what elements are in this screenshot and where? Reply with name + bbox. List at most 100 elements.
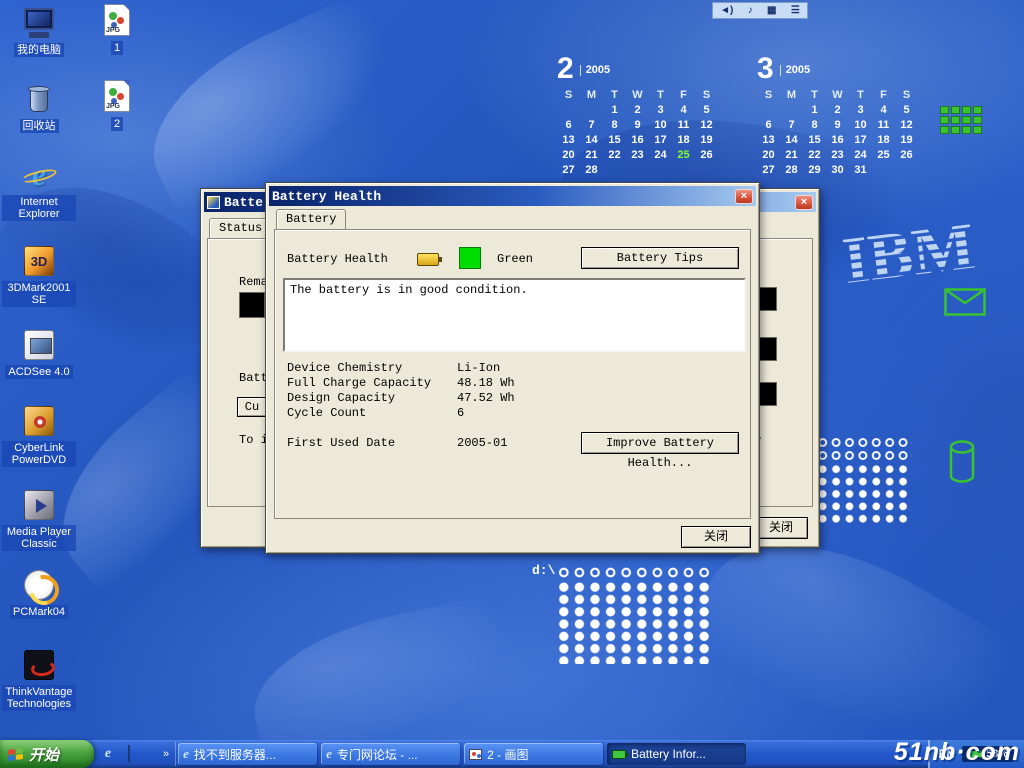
calendar-weekday: S (557, 89, 580, 101)
battery-tab-panel: Battery Health Green Battery Tips The ba… (274, 229, 751, 519)
battery-tray-indicator[interactable]: 58% (962, 746, 1014, 762)
info-row-label: Cycle Count (287, 406, 366, 420)
cu-button-fragment[interactable]: Cu (237, 397, 267, 417)
task-button-battery-information[interactable]: Battery Infor... (607, 743, 746, 765)
calendar-day: 10 (649, 119, 672, 131)
media-player-classic-icon (22, 488, 56, 522)
quick-launch: e » (94, 742, 176, 766)
task-button-paint[interactable]: 2 - 画图 (464, 743, 603, 765)
desktop-icon-acdsee[interactable]: ACDSee 4.0 (2, 328, 76, 380)
3dmark-icon (22, 244, 56, 278)
icon-label: 3DMark2001 SE (2, 281, 76, 307)
quick-launch-overflow-chevron[interactable]: » (163, 748, 169, 760)
language-indicator[interactable]: EN (938, 747, 955, 761)
desktop-icon-pcmark04[interactable]: PCMark04 (2, 568, 76, 620)
calendar-day: 8 (803, 119, 826, 131)
calendar-day: 31 (849, 164, 872, 176)
desktop-icon-3dmark2001[interactable]: 3DMark2001 SE (2, 244, 76, 308)
keypad-icon (940, 106, 982, 134)
windows-flag-icon (8, 747, 23, 760)
calendar-day: 24 (849, 149, 872, 161)
quick-launch-ie-icon[interactable]: e (100, 746, 116, 762)
calendar-day (695, 164, 718, 176)
powerdvd-icon (22, 404, 56, 438)
ie-icon: e (326, 746, 332, 762)
window-title: Batte (224, 195, 263, 210)
calendar-day (580, 104, 603, 116)
calendar-weekday: W (626, 89, 649, 101)
calendar-month-number: 2 (557, 55, 574, 83)
system-tray: EN 58% (928, 740, 1024, 768)
info-row-value: 47.52 Wh (457, 391, 515, 405)
gauge-fragment (757, 337, 777, 361)
calendar-weekday: F (872, 89, 895, 101)
calendar-day: 16 (626, 134, 649, 146)
calendar-month-number: 3 (757, 55, 774, 83)
icon-label: 1 (111, 41, 123, 55)
desktop-icon-my-computer[interactable]: 我的电脑 (2, 6, 76, 58)
icon-label: PCMark04 (10, 605, 68, 619)
gauge-fragment (757, 287, 777, 311)
calendar-day: 23 (626, 149, 649, 161)
note-icon: ♪ (748, 6, 753, 16)
calendar-day: 24 (649, 149, 672, 161)
to-text-fragment: To i (239, 433, 268, 447)
calendar-day: 5 (695, 104, 718, 116)
desktop-file-jpg-1[interactable]: JPG 1 (80, 4, 154, 56)
icon-label: Media Player Classic (2, 525, 76, 551)
wallpaper-dots-right-filled (816, 463, 912, 523)
calendar-day: 17 (649, 134, 672, 146)
close-icon[interactable]: × (795, 195, 813, 210)
calendar-day: 18 (672, 134, 695, 146)
start-button[interactable]: 开始 (0, 740, 94, 768)
taskbar: 开始 e » e 找不到服务器... e 专门网论坛 - ... 2 - 画图 … (0, 740, 1024, 768)
front-close-button[interactable]: 关闭 (681, 526, 751, 548)
task-button-ie-forum[interactable]: e 专门网论坛 - ... (321, 743, 460, 765)
desktop-file-jpg-2[interactable]: JPG 2 (80, 80, 154, 132)
battery-tips-button[interactable]: Battery Tips (581, 247, 739, 269)
calendar-day: 26 (895, 149, 918, 161)
calendar-day: 27 (557, 164, 580, 176)
desktop-icon-thinkvantage[interactable]: ThinkVantage Technologies (2, 648, 76, 712)
calendar-day: 22 (603, 149, 626, 161)
condition-textbox[interactable]: The battery is in good condition. (283, 278, 746, 352)
calendar-day: 9 (826, 119, 849, 131)
info-row-value: 6 (457, 406, 464, 420)
icon-label: ACDSee 4.0 (5, 365, 72, 379)
calendar-day: 10 (849, 119, 872, 131)
calendar-day: 19 (895, 134, 918, 146)
envelope-icon (944, 288, 986, 316)
desktop-icon-powerdvd[interactable]: CyberLink PowerDVD (2, 404, 76, 468)
task-button-ie-server[interactable]: e 找不到服务器... (178, 743, 317, 765)
speaker-icon: ◄) (720, 6, 733, 16)
calendar-day: 16 (826, 134, 849, 146)
wallpaper-dots-right-outline (816, 436, 912, 462)
back-close-button[interactable]: 关闭 (754, 517, 808, 539)
close-icon[interactable]: × (735, 189, 753, 204)
wallpaper-dots-filled (556, 581, 712, 664)
calendar-year: 2005 (580, 65, 610, 76)
gauge-fragment (757, 382, 777, 406)
battery-icon (968, 750, 982, 758)
calendar-day: 26 (695, 149, 718, 161)
calendar-day: 18 (872, 134, 895, 146)
calendar-day (757, 104, 780, 116)
tab-battery[interactable]: Battery (276, 209, 346, 229)
calendar-day: 3 (849, 104, 872, 116)
desktop-icon-recycle-bin[interactable]: 回收站 (2, 82, 76, 134)
quick-launch-desktop-icon[interactable] (128, 745, 130, 762)
calendar-day: 19 (695, 134, 718, 146)
icon-label: 我的电脑 (14, 43, 64, 57)
desktop-icon-internet-explorer[interactable]: e Internet Explorer (2, 158, 76, 222)
calendar-day: 27 (757, 164, 780, 176)
calendar-day: 13 (557, 134, 580, 146)
improve-battery-health-button[interactable]: Improve Battery Health... (581, 432, 739, 454)
calendar-day: 11 (672, 119, 695, 131)
calendar-day: 30 (826, 164, 849, 176)
front-window-titlebar[interactable]: Battery Health × (269, 186, 756, 206)
tab-status[interactable]: Status (209, 218, 272, 238)
battery-icon (417, 253, 439, 266)
desktop-icon-media-player-classic[interactable]: Media Player Classic (2, 488, 76, 552)
calendar-day: 15 (803, 134, 826, 146)
calendar-day: 3 (649, 104, 672, 116)
